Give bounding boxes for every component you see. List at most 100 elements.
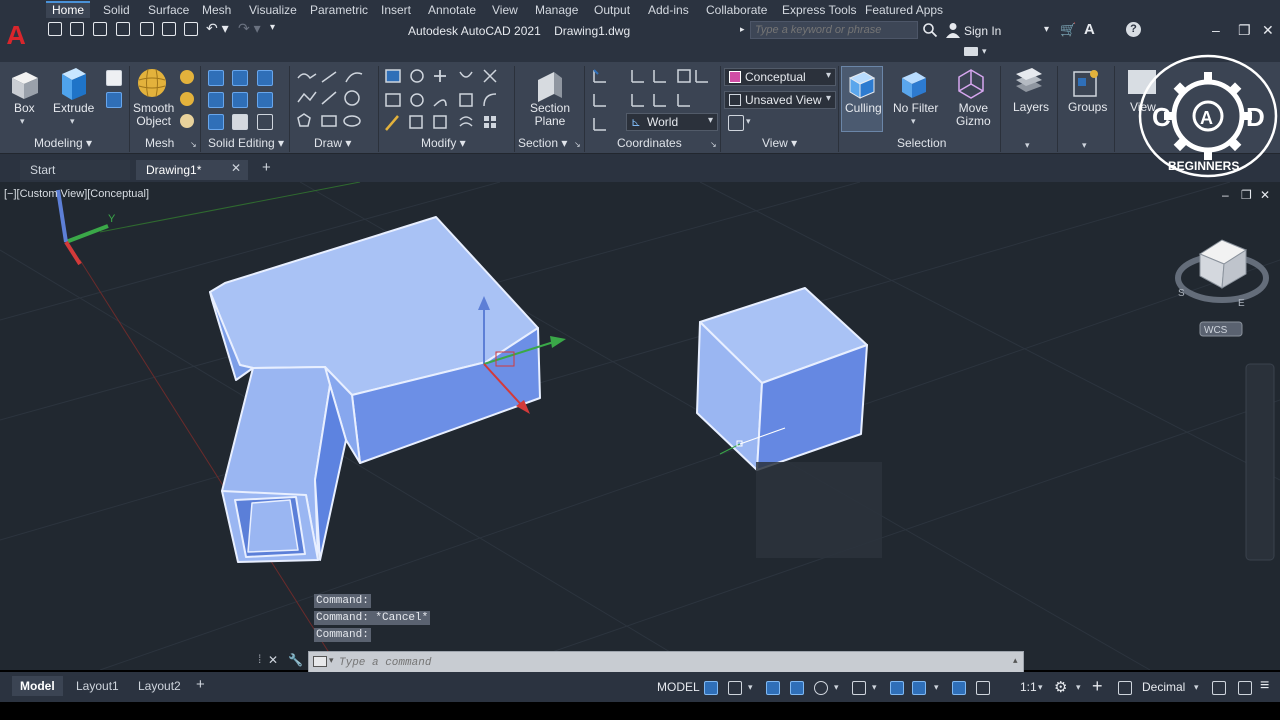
viewport-minimize-icon[interactable]: – — [1222, 188, 1229, 202]
layout-tab-model[interactable]: Model — [12, 676, 63, 696]
polar-tracking-icon[interactable] — [814, 681, 828, 695]
shell-icon[interactable] — [257, 114, 273, 130]
drawing-viewport[interactable]: Y S E WCS — [0, 182, 1280, 670]
annotation-visibility-icon[interactable] — [952, 681, 966, 695]
tab-visualize[interactable]: Visualize — [243, 1, 303, 18]
new-tab-icon[interactable]: + — [262, 159, 271, 176]
modeling-panel-label[interactable]: Modeling ▾ — [34, 136, 92, 150]
start-tab[interactable]: Start — [20, 160, 130, 180]
interfere-icon[interactable] — [208, 92, 224, 108]
solid-editing-panel-label[interactable]: Solid Editing ▾ — [208, 136, 284, 150]
quick-properties-icon[interactable] — [1212, 681, 1226, 695]
object-snap-icon[interactable] — [912, 681, 926, 695]
command-line[interactable]: ▾ ▴ — [308, 651, 1024, 673]
object-snap-dropdown-icon[interactable]: ▾ — [934, 682, 939, 693]
command-line-grip-icon[interactable]: ⁞ — [258, 652, 261, 666]
layers-button[interactable]: Layers — [1013, 101, 1049, 114]
save-icon[interactable] — [93, 22, 107, 36]
move-gizmo-button[interactable]: Move Gizmo — [956, 102, 991, 128]
units-icon[interactable] — [1118, 681, 1132, 695]
union-icon[interactable] — [208, 70, 224, 86]
box-dropdown-icon[interactable]: ▾ — [20, 116, 25, 127]
redo-icon[interactable]: ↷ ▾ — [238, 20, 261, 37]
ribbon-minimize-icon[interactable] — [964, 47, 978, 56]
box-button[interactable]: Box — [14, 102, 35, 115]
viewport-restore-icon[interactable]: ❐ — [1241, 188, 1252, 202]
mesh-smooth-less-icon[interactable] — [180, 92, 194, 106]
add-layout-icon[interactable]: + — [196, 676, 205, 693]
recent-commands-icon[interactable] — [313, 656, 327, 667]
plus-icon[interactable]: + — [1092, 676, 1103, 697]
ucs-dropdown[interactable]: ⊾ World ▾ — [626, 113, 718, 131]
minimize-icon[interactable]: – — [1212, 22, 1220, 38]
visual-style-dropdown[interactable]: Conceptual ▾ — [724, 68, 836, 86]
coordinates-panel-label[interactable]: Coordinates — [617, 136, 682, 150]
sign-in-dropdown-icon[interactable]: ▾ — [1044, 24, 1049, 35]
scale-dropdown-icon[interactable]: ▾ — [1038, 682, 1043, 693]
autodesk-app-icon[interactable]: A — [1084, 21, 1095, 38]
tab-express-tools[interactable]: Express Tools — [776, 1, 862, 18]
isodraft-icon[interactable] — [852, 681, 866, 695]
smooth-object-button[interactable]: Smooth Object — [133, 102, 174, 128]
section-panel-launcher-icon[interactable]: ↘ — [574, 140, 581, 149]
tab-view[interactable]: View — [486, 1, 524, 18]
mesh-panel-label[interactable]: Mesh — [145, 136, 174, 150]
layout-tab-layout2[interactable]: Layout2 — [130, 676, 189, 696]
close-tab-icon[interactable]: ✕ — [231, 161, 241, 175]
viewport-close-icon[interactable]: ✕ — [1260, 188, 1270, 202]
modify-tools-icon[interactable] — [384, 68, 514, 132]
layers-dropdown-icon[interactable]: ▾ — [1025, 140, 1030, 151]
tab-insert[interactable]: Insert — [375, 1, 417, 18]
tab-featured-apps[interactable]: Featured Apps — [859, 1, 949, 18]
groups-dropdown-icon[interactable]: ▾ — [1082, 140, 1087, 151]
imprint-icon[interactable] — [232, 114, 248, 130]
extrude-icon[interactable] — [56, 66, 90, 102]
section-plane-button[interactable]: Section Plane — [530, 102, 570, 128]
customization-menu-icon[interactable]: ≡ — [1260, 677, 1269, 695]
viewcube[interactable]: S E — [1175, 239, 1269, 309]
auto-scale-icon[interactable] — [976, 681, 990, 695]
command-expand-icon[interactable]: ▴ — [1013, 655, 1018, 666]
search-input[interactable] — [750, 21, 918, 39]
section-plane-icon[interactable] — [532, 68, 566, 102]
new-file-icon[interactable] — [48, 22, 62, 36]
selection-panel-label[interactable]: Selection — [897, 136, 946, 150]
subtract-icon[interactable] — [232, 70, 248, 86]
ortho-icon[interactable] — [790, 681, 804, 695]
workspace-dropdown-icon[interactable]: ▾ — [1076, 682, 1081, 693]
presspull-icon[interactable] — [106, 70, 122, 86]
tab-parametric[interactable]: Parametric — [304, 1, 374, 18]
gear-icon[interactable]: ⚙ — [1054, 678, 1067, 696]
search-icon[interactable] — [922, 22, 938, 38]
sign-in-button[interactable]: Sign In — [964, 24, 1001, 38]
grid-icon[interactable] — [704, 681, 718, 695]
ribbon-minimize-dropdown-icon[interactable]: ▾ — [982, 46, 987, 57]
extract-edges-icon[interactable] — [257, 92, 273, 108]
isodraft-dropdown-icon[interactable]: ▾ — [872, 682, 877, 693]
snap-icon[interactable] — [728, 681, 742, 695]
save-as-icon[interactable] — [116, 22, 130, 36]
chevron-down-icon[interactable]: ▾ — [329, 655, 334, 666]
command-customize-icon[interactable]: 🔧 — [288, 653, 303, 667]
coordinates-panel-launcher-icon[interactable]: ↘ — [710, 140, 717, 149]
named-view-dropdown[interactable]: Unsaved View ▾ — [724, 91, 836, 109]
tab-collaborate[interactable]: Collaborate — [700, 1, 773, 18]
units-dropdown-icon[interactable]: ▾ — [1194, 682, 1199, 693]
chevron-right-icon[interactable]: ▸ — [740, 24, 745, 35]
box-solid[interactable] — [696, 287, 868, 471]
object-snap-tracking-icon[interactable] — [890, 681, 904, 695]
section-panel-label[interactable]: Section ▾ — [518, 136, 567, 150]
tab-manage[interactable]: Manage — [529, 1, 584, 18]
tab-mesh[interactable]: Mesh — [196, 1, 237, 18]
draw-tools-icon[interactable] — [296, 68, 376, 132]
slice-icon[interactable] — [232, 92, 248, 108]
web-mobile-open-icon[interactable] — [140, 22, 154, 36]
extrude-button[interactable]: Extrude — [53, 102, 94, 115]
units-value[interactable]: Decimal — [1142, 680, 1185, 694]
open-file-icon[interactable] — [70, 22, 84, 36]
infer-constraints-icon[interactable] — [766, 681, 780, 695]
clean-screen-icon[interactable] — [1238, 681, 1252, 695]
tab-solid[interactable]: Solid — [97, 1, 136, 18]
viewport-config-icon[interactable] — [728, 115, 744, 131]
groups-button[interactable]: Groups — [1068, 101, 1107, 114]
